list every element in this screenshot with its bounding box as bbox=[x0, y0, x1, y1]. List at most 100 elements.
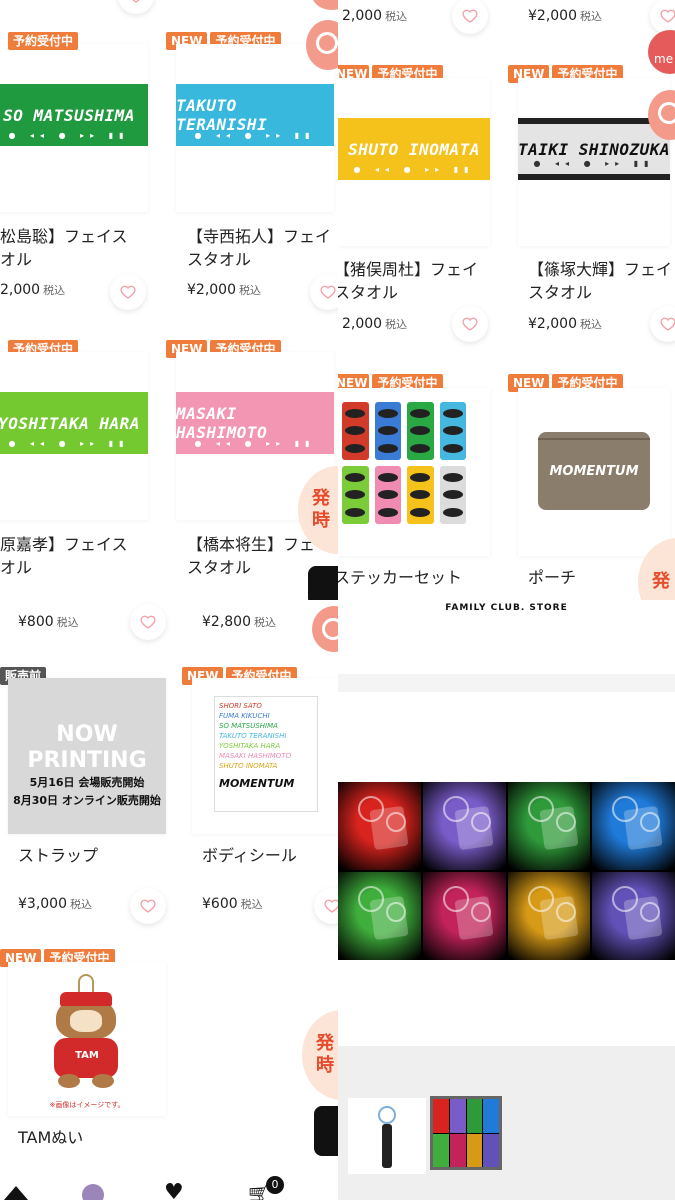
product-image[interactable]: TAM ※画像はイメージです。 bbox=[8, 962, 166, 1116]
favorite-button[interactable] bbox=[650, 306, 675, 342]
release-time-badge[interactable]: 発 時 bbox=[302, 1010, 338, 1100]
product-name-line1: 松島聡】フェイス bbox=[0, 227, 128, 246]
scroll-top-button[interactable] bbox=[312, 0, 338, 10]
product-price: ¥2,000 税込 bbox=[528, 8, 602, 24]
thumb-color-swatch bbox=[483, 1133, 499, 1167]
footer-brand[interactable]: FAMILY CLUB. STORE bbox=[338, 603, 675, 613]
product-image[interactable] bbox=[338, 388, 490, 556]
favorite-button[interactable] bbox=[130, 604, 166, 640]
product-name[interactable]: 原嘉孝】フェイス オル bbox=[0, 533, 128, 579]
towel-player-icons: ● ◂◂ ● ▸▸ ▮▮ bbox=[8, 439, 130, 448]
share-button[interactable] bbox=[308, 566, 338, 600]
product-image[interactable]: SHORI SATO FUMA KIKUCHI SO MATSUSHIMA TA… bbox=[192, 678, 338, 834]
panel-top-right: 2,000 税込 ¥2,000 税込 NEW 予約受付中 SHUTO INOMATA… bbox=[338, 0, 675, 600]
panel-bottom-left: ¥800 税込 ¥2,800 税込 販売前 NOW PRINTING 5月16日 会… bbox=[0, 600, 338, 1200]
pouch-logo: MOMENTUM bbox=[549, 464, 639, 479]
thumb-color-swatch bbox=[449, 1133, 466, 1167]
towel-image: SO MATSUSHIMA ● ◂◂ ● ▸▸ ▮▮ bbox=[0, 84, 148, 146]
share-button[interactable] bbox=[314, 1106, 338, 1156]
favorite-button[interactable] bbox=[452, 306, 488, 342]
tax-label: 税込 bbox=[56, 616, 79, 629]
badge-preorder: 予約受付中 bbox=[8, 32, 79, 50]
circle-icon bbox=[322, 618, 338, 640]
product-name-line2: スタオル bbox=[187, 250, 252, 269]
favorites-icon[interactable]: ♥ bbox=[164, 1182, 184, 1200]
product-name-line1: 原嘉孝】フェイス bbox=[0, 535, 128, 554]
product-name[interactable]: 【猪俣周杜】フェイ スタオル bbox=[338, 258, 478, 304]
scroll-top-button[interactable] bbox=[312, 606, 338, 652]
thumb-color-swatch bbox=[433, 1133, 449, 1167]
towel-image: TAIKI SHINOZUKA ● ◂◂ ● ▸▸ ▮▮ bbox=[518, 118, 670, 180]
towel-image: YOSHITAKA HARA ● ◂◂ ● ▸▸ ▮▮ bbox=[0, 392, 148, 454]
account-icon[interactable] bbox=[82, 1184, 104, 1200]
price-value: ¥600 bbox=[202, 896, 238, 912]
light-color-blue bbox=[592, 782, 675, 870]
product-name[interactable]: TAMぬい bbox=[18, 1126, 83, 1149]
thumbnail-strip bbox=[338, 1046, 675, 1200]
product-name-line2: オル bbox=[0, 250, 33, 269]
sheet-name: FUMA KIKUCHI bbox=[219, 712, 270, 720]
sheet-logo: MOMENTUM bbox=[219, 777, 295, 790]
heart-icon bbox=[140, 899, 156, 913]
favorite-button[interactable] bbox=[110, 274, 146, 310]
product-name[interactable]: 松島聡】フェイス オル bbox=[0, 225, 128, 271]
product-image[interactable]: NOW PRINTING 5月16日 会場販売開始 8月30日 オンライン販売開… bbox=[8, 678, 166, 834]
heart-icon bbox=[660, 9, 675, 23]
product-price: ¥2,800 税込 bbox=[202, 614, 276, 630]
light-color-violet bbox=[592, 872, 675, 960]
towel-player-icons: ● ◂◂ ● ▸▸ ▮▮ bbox=[533, 159, 655, 168]
towel-text: TAIKI SHINOZUKA bbox=[518, 139, 670, 159]
product-price: ¥600 税込 bbox=[202, 896, 263, 912]
product-image[interactable]: SHUTO INOMATA ● ◂◂ ● ▸▸ ▮▮ bbox=[338, 78, 490, 246]
tax-label: 税込 bbox=[580, 318, 602, 331]
product-price: ¥3,000 税込 bbox=[18, 896, 92, 912]
product-name[interactable]: 【篠塚大輝】フェイ スタオル bbox=[528, 258, 672, 304]
product-image[interactable]: YOSHITAKA HARA ● ◂◂ ● ▸▸ ▮▮ bbox=[0, 352, 148, 520]
favorite-button[interactable] bbox=[650, 0, 675, 34]
product-image[interactable]: MOMENTUM bbox=[518, 388, 670, 556]
thumbnail-light-stick[interactable] bbox=[348, 1098, 426, 1174]
price-value: 2,000 bbox=[0, 282, 41, 298]
product-name[interactable]: ポーチ bbox=[528, 566, 576, 589]
product-image[interactable]: TAKUTO TERANISHI ● ◂◂ ● ▸▸ ▮▮ bbox=[176, 44, 334, 212]
release-time-text: 発 時 bbox=[316, 1033, 334, 1076]
product-price: 2,000 税込 bbox=[342, 8, 407, 24]
heart-icon bbox=[132, 0, 140, 3]
tax-label: 税込 bbox=[43, 284, 66, 297]
towel-text: YOSHITAKA HARA bbox=[0, 413, 140, 433]
thumbnail-light-colors[interactable] bbox=[430, 1096, 502, 1170]
product-image[interactable]: TAIKI SHINOZUKA ● ◂◂ ● ▸▸ ▮▮ bbox=[518, 78, 670, 246]
favorite-button[interactable] bbox=[118, 0, 154, 14]
cart-count: 0 bbox=[271, 1178, 279, 1191]
main-product-image[interactable] bbox=[338, 782, 675, 960]
body-sticker-sheet: SHORI SATO FUMA KIKUCHI SO MATSUSHIMA TA… bbox=[214, 696, 318, 812]
tax-label: 税込 bbox=[70, 898, 92, 911]
member-label: me bbox=[654, 52, 674, 66]
product-name[interactable]: 【寺西拓人】フェイ スタオル bbox=[187, 225, 331, 271]
thumb-color-swatch bbox=[483, 1099, 499, 1133]
tax-label: 税込 bbox=[385, 318, 408, 331]
member-button[interactable]: me bbox=[648, 30, 675, 74]
towel-player-icons: ● ◂◂ ● ▸▸ ▮▮ bbox=[8, 131, 130, 140]
favorite-button[interactable] bbox=[130, 888, 166, 924]
product-name[interactable]: ボディシール bbox=[202, 844, 297, 867]
home-icon[interactable] bbox=[4, 1186, 28, 1200]
favorite-button[interactable] bbox=[314, 888, 338, 924]
light-color-lightgreen bbox=[338, 872, 421, 960]
panel-bottom-right: FAMILY CLUB. STORE bbox=[338, 600, 675, 1200]
product-name-line2: オル bbox=[0, 558, 33, 577]
sheet-name: TAKUTO TERANISHI bbox=[219, 732, 287, 740]
product-price: ¥800 税込 bbox=[18, 614, 79, 630]
towel-image: MASAKI HASHIMOTO ● ◂◂ ● ▸▸ ▮▮ bbox=[176, 392, 334, 454]
product-name[interactable]: ステッカーセット bbox=[338, 566, 462, 589]
circle-icon bbox=[658, 102, 675, 124]
favorite-button[interactable] bbox=[310, 274, 338, 310]
product-image[interactable]: SO MATSUSHIMA ● ◂◂ ● ▸▸ ▮▮ bbox=[0, 44, 148, 212]
favorite-button[interactable] bbox=[452, 0, 488, 34]
sheet-name: SO MATSUSHIMA bbox=[219, 722, 278, 730]
product-name[interactable]: ストラップ bbox=[18, 844, 98, 867]
light-color-green bbox=[507, 782, 591, 870]
product-name-line1: 【猪俣周杜】フェイ bbox=[338, 260, 479, 279]
sheet-name: YOSHITAKA HARA bbox=[219, 742, 281, 750]
gallery-top-bar bbox=[338, 674, 675, 692]
